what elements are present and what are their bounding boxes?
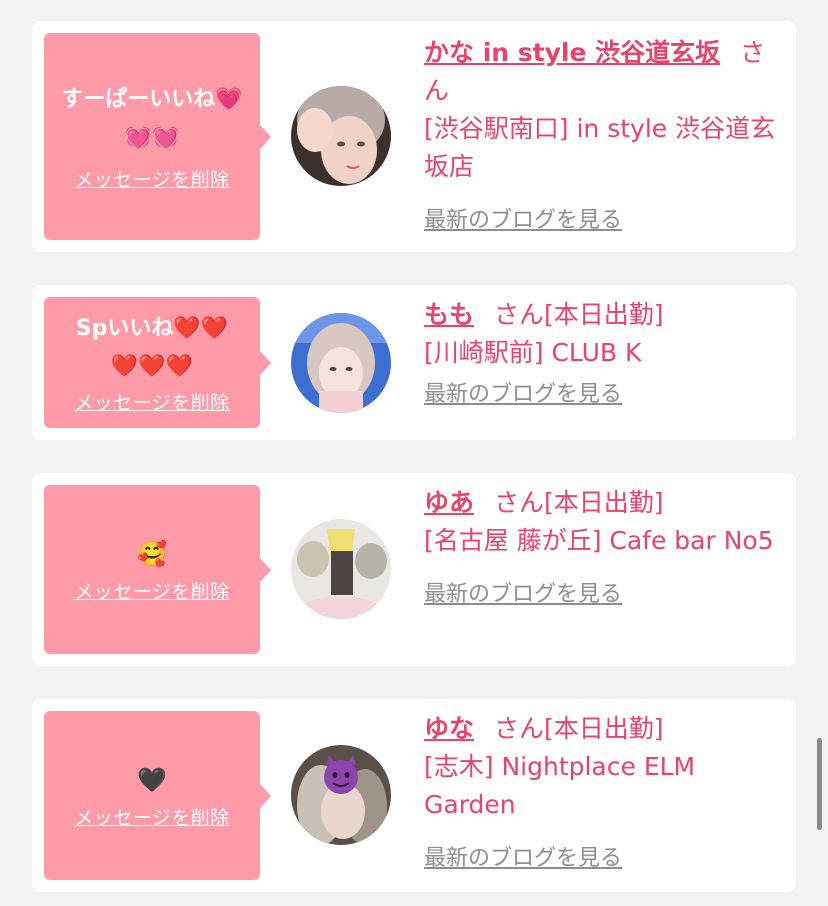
honorific: さん[本日出勤] (494, 714, 664, 743)
name-line: かな in style 渋谷道玄坂 さん (424, 34, 776, 110)
latest-blog-link[interactable]: 最新のブログを見る (424, 202, 622, 240)
message-info: ゆあ さん[本日出勤] [名古屋 藤が丘] Cafe bar No5 最新のブログ… (424, 484, 776, 614)
cast-name-link[interactable]: もも (424, 300, 474, 329)
message-info: もも さん[本日出勤] [川崎駅前] CLUB K 最新のブログを見る (424, 296, 776, 414)
message-text: 🥰 (137, 540, 167, 568)
avatar[interactable] (291, 519, 391, 619)
message-bubble: 🖤 メッセージを削除 (44, 711, 271, 880)
shop-info: [志木] Nightplace ELM Garden (424, 752, 696, 819)
latest-blog-link[interactable]: 最新のブログを見る (424, 840, 622, 878)
cast-name-link[interactable]: かな in style 渋谷道玄坂 (424, 38, 720, 67)
message-bubble: すーぱーいいね💗💓💓 メッセージを削除 (44, 33, 271, 240)
name-line: もも さん[本日出勤] (424, 296, 776, 334)
message-card: Spいいね❤️❤️❤️❤️❤️ メッセージを削除 もも さん[本日出勤] [川崎駅… (32, 285, 796, 440)
name-line: ゆあ さん[本日出勤] (424, 484, 776, 522)
scrollbar[interactable] (817, 738, 822, 830)
shop-info: [川崎駅前] CLUB K (424, 338, 642, 367)
cast-name-link[interactable]: ゆな (424, 714, 474, 743)
latest-blog-link[interactable]: 最新のブログを見る (424, 576, 622, 614)
shop-info: [名古屋 藤が丘] Cafe bar No5 (424, 526, 774, 555)
message-text: Spいいね❤️❤️❤️❤️❤️ (75, 316, 229, 379)
message-bubble: 🥰 メッセージを削除 (44, 485, 271, 654)
message-bubble: Spいいね❤️❤️❤️❤️❤️ メッセージを削除 (44, 297, 271, 428)
avatar[interactable] (291, 745, 391, 845)
message-text: 🖤 (137, 766, 167, 794)
avatar[interactable] (291, 313, 391, 413)
message-card: 🥰 メッセージを削除 ゆあ さん[本日出勤] [名古屋 藤が丘] Cafe bar… (32, 473, 796, 666)
name-line: ゆな さん[本日出勤] (424, 710, 776, 748)
message-card: 🖤 メッセージを削除 ゆな さん[本日出勤] [志木] Nightplace EL… (32, 699, 796, 892)
honorific: さん[本日出勤] (494, 300, 664, 329)
latest-blog-link[interactable]: 最新のブログを見る (424, 376, 622, 414)
message-info: かな in style 渋谷道玄坂 さん [渋谷駅南口] in style 渋谷道… (424, 34, 776, 240)
delete-message-link[interactable]: メッセージを削除 (74, 165, 230, 192)
message-card: すーぱーいいね💗💓💓 メッセージを削除 かな in style 渋谷道玄坂 さん … (32, 21, 796, 252)
message-info: ゆな さん[本日出勤] [志木] Nightplace ELM Garden 最新… (424, 710, 776, 878)
message-text: すーぱーいいね💗💓💓 (61, 87, 243, 150)
cast-name-link[interactable]: ゆあ (424, 488, 474, 517)
delete-message-link[interactable]: メッセージを削除 (74, 803, 230, 830)
shop-info: [渋谷駅南口] in style 渋谷道玄坂店 (424, 114, 776, 181)
delete-message-link[interactable]: メッセージを削除 (74, 388, 230, 415)
delete-message-link[interactable]: メッセージを削除 (74, 577, 230, 604)
honorific: さん[本日出勤] (494, 488, 664, 517)
avatar[interactable] (291, 86, 391, 186)
